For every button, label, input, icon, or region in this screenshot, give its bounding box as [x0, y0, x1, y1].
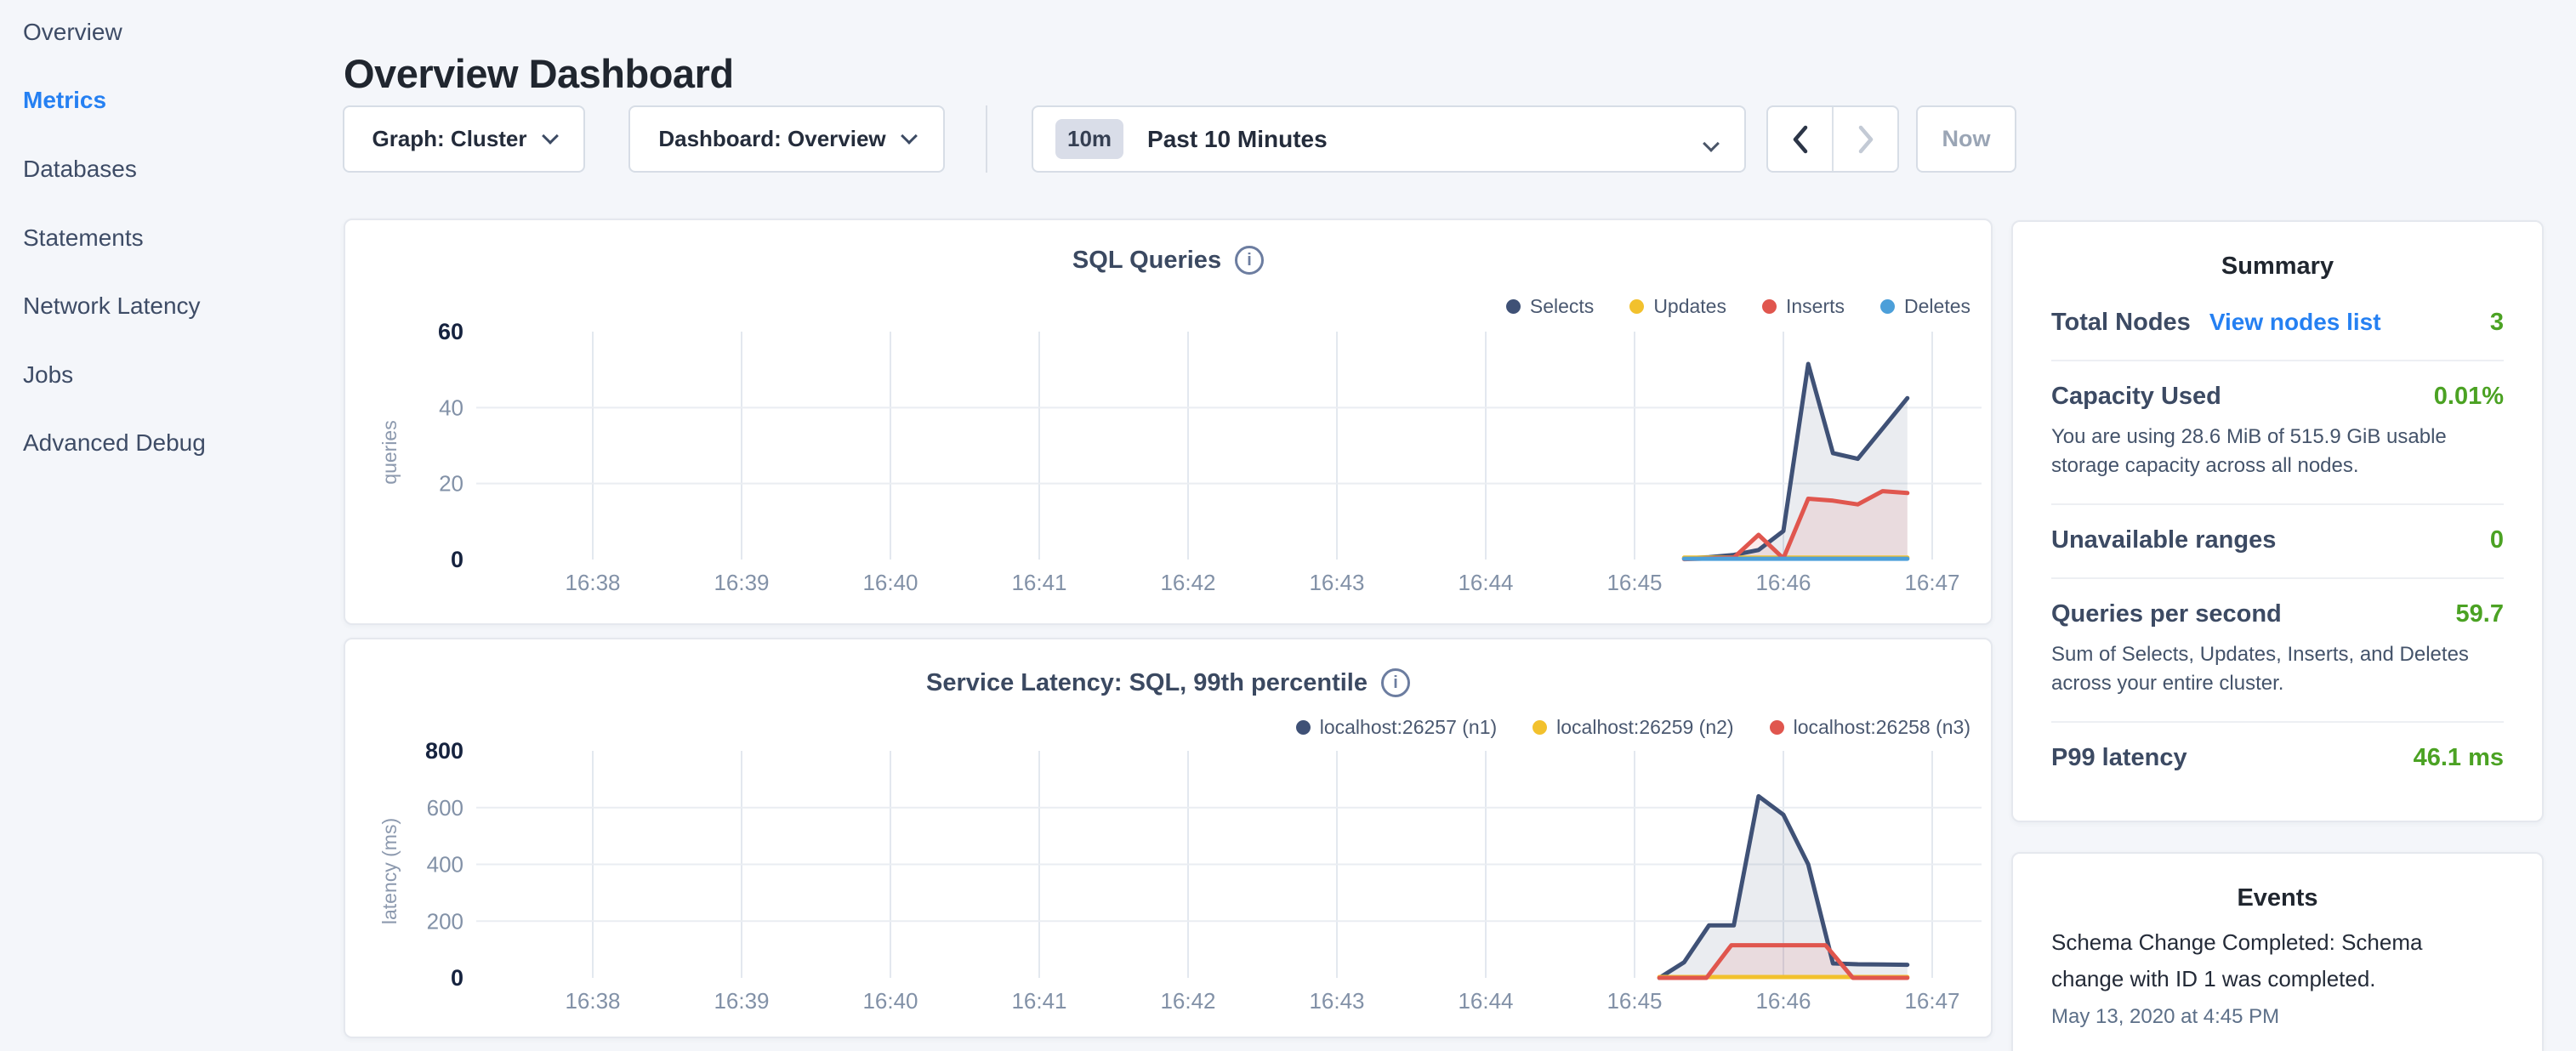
chevron-down-icon: [901, 128, 918, 145]
svg-text:0: 0: [451, 547, 463, 572]
svg-text:16:45: 16:45: [1606, 570, 1662, 595]
svg-text:16:39: 16:39: [714, 570, 769, 595]
svg-text:16:46: 16:46: [1755, 988, 1811, 1014]
dashboard-dropdown[interactable]: Dashboard: Overview: [628, 105, 945, 173]
queries-per-second-description: Sum of Selects, Updates, Inserts, and De…: [2051, 640, 2502, 698]
info-icon[interactable]: i: [1381, 668, 1410, 697]
event-timestamp: May 13, 2020 at 4:45 PM: [2051, 1005, 2504, 1029]
svg-text:16:44: 16:44: [1458, 570, 1513, 595]
info-icon[interactable]: i: [1235, 246, 1264, 275]
graph-dropdown[interactable]: Graph: Cluster: [343, 105, 585, 173]
p99-latency-row: P99 latency 46.1 ms: [2051, 723, 2504, 795]
capacity-used-value: 0.01%: [2434, 383, 2504, 411]
chart-title: SQL Queries: [1072, 247, 1221, 275]
sidebar-item-statements[interactable]: Statements: [23, 223, 144, 253]
svg-text:20: 20: [439, 471, 463, 497]
total-nodes-value: 3: [2490, 309, 2504, 337]
summary-title: Summary: [2013, 253, 2542, 281]
capacity-used-description: You are using 28.6 MiB of 515.9 GiB usab…: [2051, 423, 2502, 480]
queries-per-second-label: Queries per second: [2051, 600, 2282, 628]
capacity-used-label: Capacity Used: [2051, 383, 2221, 411]
svg-text:16:43: 16:43: [1309, 988, 1364, 1014]
svg-text:16:42: 16:42: [1160, 570, 1215, 595]
svg-text:16:41: 16:41: [1011, 570, 1066, 595]
now-button[interactable]: Now: [1916, 105, 2016, 173]
total-nodes-row: Total Nodes View nodes list 3: [2051, 287, 2504, 361]
timeframe-nav-group: [1766, 105, 1899, 173]
event-item[interactable]: Schema Change Completed: Schema change w…: [2051, 924, 2504, 1029]
svg-text:16:47: 16:47: [1904, 988, 1959, 1014]
svg-text:16:40: 16:40: [862, 570, 918, 595]
svg-text:600: 600: [427, 795, 463, 821]
prev-timeframe-button[interactable]: [1768, 107, 1832, 171]
svg-text:queries: queries: [378, 420, 401, 484]
sidebar-item-jobs[interactable]: Jobs: [23, 360, 73, 390]
events-panel: Events Schema Change Completed: Schema c…: [2011, 852, 2544, 1051]
sql-queries-chart[interactable]: 16:38 16:39 16:40 16:41 16:42 16:43 16:44 16:45…: [374, 313, 1990, 595]
sidebar-item-advanced-debug[interactable]: Advanced Debug: [23, 428, 206, 458]
legend-dot-icon: [1629, 299, 1644, 314]
dashboard-dropdown-label: Dashboard: Overview: [658, 126, 885, 152]
chart-title-row: SQL Queries i: [345, 246, 1991, 275]
svg-text:16:42: 16:42: [1160, 988, 1215, 1014]
p99-latency-label: P99 latency: [2051, 744, 2187, 772]
svg-text:200: 200: [427, 908, 463, 934]
queries-per-second-row: Queries per second 59.7 Sum of Selects, …: [2051, 579, 2504, 723]
svg-text:16:46: 16:46: [1755, 570, 1811, 595]
summary-panel: Summary Total Nodes View nodes list 3 Ca…: [2011, 220, 2544, 822]
svg-text:16:44: 16:44: [1458, 988, 1513, 1014]
sidebar-item-metrics[interactable]: Metrics: [23, 85, 106, 116]
legend-dot-icon: [1506, 299, 1521, 314]
legend-dot-icon: [1762, 299, 1777, 314]
event-text: Schema Change Completed: Schema change w…: [2051, 924, 2459, 997]
time-range-badge: 10m: [1055, 119, 1123, 159]
next-timeframe-button[interactable]: [1832, 107, 1897, 171]
chevron-down-icon: [542, 128, 559, 145]
unavailable-ranges-label: Unavailable ranges: [2051, 526, 2276, 554]
app-root: Overview Metrics Databases Statements Ne…: [0, 0, 2576, 1051]
svg-text:16:39: 16:39: [714, 988, 769, 1014]
total-nodes-label: Total Nodes: [2051, 309, 2191, 337]
chart-title: Service Latency: SQL, 99th percentile: [926, 669, 1368, 697]
svg-text:0: 0: [451, 965, 463, 991]
svg-text:40: 40: [439, 395, 463, 420]
svg-text:16:43: 16:43: [1309, 570, 1364, 595]
chevron-right-icon: [1855, 122, 1877, 156]
events-title: Events: [2013, 884, 2542, 912]
sidebar-item-databases[interactable]: Databases: [23, 154, 137, 185]
legend-dot-icon: [1880, 299, 1895, 314]
capacity-used-row: Capacity Used 0.01% You are using 28.6 M…: [2051, 361, 2504, 505]
graph-dropdown-label: Graph: Cluster: [372, 126, 526, 152]
page-title: Overview Dashboard: [344, 50, 734, 97]
sidebar-item-overview[interactable]: Overview: [23, 17, 122, 48]
svg-text:16:47: 16:47: [1904, 570, 1959, 595]
chevron-down-icon: [1703, 135, 1720, 152]
sidebar-item-network-latency[interactable]: Network Latency: [23, 291, 201, 321]
svg-text:16:38: 16:38: [565, 988, 620, 1014]
svg-text:16:40: 16:40: [862, 988, 918, 1014]
p99-latency-value: 46.1 ms: [2414, 744, 2504, 772]
svg-text:latency (ms): latency (ms): [378, 818, 401, 924]
unavailable-ranges-row: Unavailable ranges 0: [2051, 505, 2504, 579]
service-latency-chart[interactable]: 16:38 16:39 16:40 16:41 16:42 16:43 16:44 16:45…: [374, 731, 1990, 1020]
svg-text:16:41: 16:41: [1011, 988, 1066, 1014]
controls-divider: [986, 105, 987, 173]
queries-per-second-value: 59.7: [2456, 600, 2504, 628]
time-range-selector[interactable]: 10m Past 10 Minutes: [1032, 105, 1746, 173]
svg-text:16:45: 16:45: [1606, 988, 1662, 1014]
svg-text:800: 800: [425, 738, 463, 764]
view-nodes-list-link[interactable]: View nodes list: [2209, 309, 2381, 336]
svg-text:400: 400: [427, 852, 463, 878]
chart-title-row: Service Latency: SQL, 99th percentile i: [345, 668, 1991, 697]
svg-text:60: 60: [438, 319, 463, 344]
unavailable-ranges-value: 0: [2490, 526, 2504, 554]
time-range-label: Past 10 Minutes: [1147, 126, 1328, 153]
chevron-left-icon: [1789, 122, 1811, 156]
svg-text:16:38: 16:38: [565, 570, 620, 595]
